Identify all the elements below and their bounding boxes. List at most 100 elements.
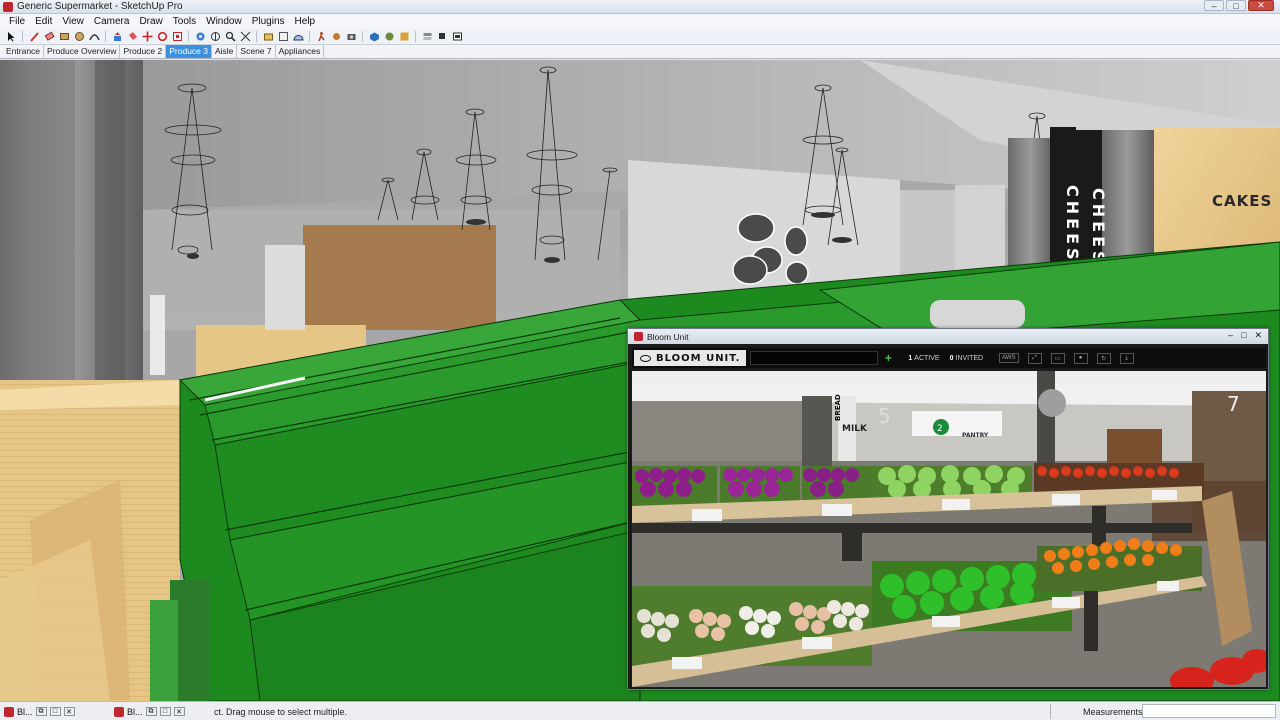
tab-entrance[interactable]: Entrance xyxy=(3,45,45,58)
bloom-close-button[interactable]: ✕ xyxy=(1254,330,1262,341)
move-icon[interactable] xyxy=(140,30,154,43)
menu-edit[interactable]: Edit xyxy=(30,16,57,27)
push-pull-icon[interactable] xyxy=(110,30,124,43)
shadows-icon[interactable] xyxy=(435,30,449,43)
render-aisle-number-5: 5 xyxy=(878,404,891,428)
position-camera-icon[interactable] xyxy=(344,30,358,43)
bloom-email-input[interactable] xyxy=(750,351,879,365)
toolbar-separator xyxy=(415,31,416,42)
bloom-minimize-button[interactable]: – xyxy=(1228,330,1233,341)
rectangle-icon[interactable] xyxy=(57,30,71,43)
tab-appliances[interactable]: Appliances xyxy=(276,45,325,58)
bloom-render-icon[interactable]: ● xyxy=(1073,352,1088,364)
menu-draw[interactable]: Draw xyxy=(134,16,167,27)
tab-produce-3[interactable]: Produce 3 xyxy=(166,45,212,58)
toolbar-separator xyxy=(188,31,189,42)
tab-produce-overview[interactable]: Produce Overview xyxy=(44,45,121,58)
select-icon[interactable] xyxy=(4,30,18,43)
menu-camera[interactable]: Camera xyxy=(89,16,135,27)
status-separator xyxy=(1050,704,1051,719)
dimension-icon[interactable] xyxy=(276,30,290,43)
bloom-toolbar: BLOOM UNIT. + 1 ACTIVE 0 INVITED AWS ⤢ ▭ ●… xyxy=(632,348,1266,368)
bloom-refresh-icon[interactable]: ↻ xyxy=(1096,352,1111,364)
task-restore-icon[interactable]: ⧉ xyxy=(35,707,47,716)
menu-view[interactable]: View xyxy=(57,16,89,27)
bloom-maximize-button[interactable]: □ xyxy=(1241,330,1246,341)
bloom-expand-icon[interactable]: ⤢ xyxy=(1027,352,1042,364)
task-maximize-icon[interactable]: □ xyxy=(49,707,61,716)
menu-help[interactable]: Help xyxy=(290,16,321,27)
window-titlebar: Generic Supermarket - SketchUp Pro – □ ✕ xyxy=(0,0,1280,14)
render-milk-sign: MILK xyxy=(842,424,868,434)
invited-count-value: 0 xyxy=(949,354,954,362)
toolbar-separator xyxy=(362,31,363,42)
look-around-icon[interactable] xyxy=(329,30,343,43)
sketchup-task-icon xyxy=(114,706,124,717)
close-button[interactable]: ✕ xyxy=(1248,0,1274,11)
tape-measure-icon[interactable] xyxy=(261,30,275,43)
task-close-icon[interactable]: ✕ xyxy=(63,707,75,716)
materials-icon[interactable] xyxy=(382,30,396,43)
sketchup-app-icon[interactable] xyxy=(3,1,13,12)
task-maximize-icon[interactable]: □ xyxy=(159,707,171,716)
minimize-button[interactable]: – xyxy=(1204,0,1224,11)
zoom-icon[interactable] xyxy=(223,30,237,43)
pencil-icon[interactable] xyxy=(27,30,41,43)
bloom-logo: BLOOM UNIT. xyxy=(634,350,747,366)
menu-tools[interactable]: Tools xyxy=(168,16,201,27)
rotate-icon[interactable] xyxy=(155,30,169,43)
tab-produce-2[interactable]: Produce 2 xyxy=(120,45,167,58)
status-bar: Bl... ⧉ □ ✕ Bl... ⧉ □ ✕ ct. Drag mouse t… xyxy=(0,701,1280,720)
toolbar-separator xyxy=(256,31,257,42)
scale-icon[interactable] xyxy=(170,30,184,43)
bloom-render-preview[interactable]: BREAD MILK PANTRY 4 5 2 7 xyxy=(632,371,1266,687)
model-viewport[interactable]: CHEESE CHEESE CAKES Bloom Unit – □ ✕ BLO… xyxy=(0,60,1280,701)
tab-aisle[interactable]: Aisle xyxy=(212,45,238,58)
taskbar-item-bloom-2[interactable]: Bl... ⧉ □ ✕ xyxy=(114,704,185,719)
task-close-icon[interactable]: ✕ xyxy=(173,707,185,716)
menu-file[interactable]: File xyxy=(4,16,30,27)
walk-icon[interactable] xyxy=(314,30,328,43)
bloom-frame-icon[interactable]: ▭ xyxy=(1050,352,1065,364)
tab-scene-7[interactable]: Scene 7 xyxy=(237,45,276,58)
render-bread-sign: BREAD xyxy=(834,394,842,421)
scenes-icon[interactable] xyxy=(450,30,464,43)
styles-icon[interactable] xyxy=(397,30,411,43)
bloom-aws-button[interactable]: AWS xyxy=(999,353,1019,363)
orbit-icon[interactable] xyxy=(193,30,207,43)
paint-bucket-icon[interactable] xyxy=(125,30,139,43)
main-toolbar xyxy=(0,29,1280,45)
pan-icon[interactable] xyxy=(208,30,222,43)
eraser-icon[interactable] xyxy=(42,30,56,43)
bloom-add-button[interactable]: + xyxy=(878,351,898,365)
bloom-active-count: 1 ACTIVE xyxy=(908,355,939,362)
maximize-button[interactable]: □ xyxy=(1226,0,1246,11)
bloom-window-title: Bloom Unit xyxy=(647,331,689,342)
menu-plugins[interactable]: Plugins xyxy=(247,16,290,27)
circle-icon[interactable] xyxy=(72,30,86,43)
sketchup-task-icon xyxy=(4,706,14,717)
arc-icon[interactable] xyxy=(87,30,101,43)
produce-render-image: BREAD MILK PANTRY 4 5 2 7 xyxy=(632,371,1266,687)
taskbar-item-bloom-1[interactable]: Bl... ⧉ □ ✕ xyxy=(4,704,75,719)
task-restore-icon[interactable]: ⧉ xyxy=(145,707,157,716)
toolbar-separator xyxy=(309,31,310,42)
zoom-extents-icon[interactable] xyxy=(238,30,252,43)
toolbar-separator xyxy=(22,31,23,42)
cakes-sign: CAKES xyxy=(1212,192,1272,210)
layers-icon[interactable] xyxy=(420,30,434,43)
menu-window[interactable]: Window xyxy=(201,16,247,27)
bloom-invited-count: 0 INVITED xyxy=(950,355,984,362)
bloom-download-icon[interactable]: ⤓ xyxy=(1119,352,1134,364)
measurements-input[interactable] xyxy=(1142,704,1276,718)
menu-bar: File Edit View Camera Draw Tools Window … xyxy=(0,14,1280,29)
active-count-value: 1 xyxy=(908,354,913,362)
protractor-icon[interactable] xyxy=(291,30,305,43)
components-icon[interactable] xyxy=(367,30,381,43)
bloom-eye-icon xyxy=(640,354,651,362)
measurements-label: Measurements xyxy=(1083,707,1143,717)
bloom-titlebar[interactable]: Bloom Unit – □ ✕ xyxy=(628,329,1268,344)
scene-tabs: Entrance Produce Overview Produce 2 Prod… xyxy=(0,45,1280,59)
bloom-unit-window[interactable]: Bloom Unit – □ ✕ BLOOM UNIT. + 1 ACTIVE 0… xyxy=(627,328,1269,690)
status-hint: ct. Drag mouse to select multiple. xyxy=(214,707,348,717)
